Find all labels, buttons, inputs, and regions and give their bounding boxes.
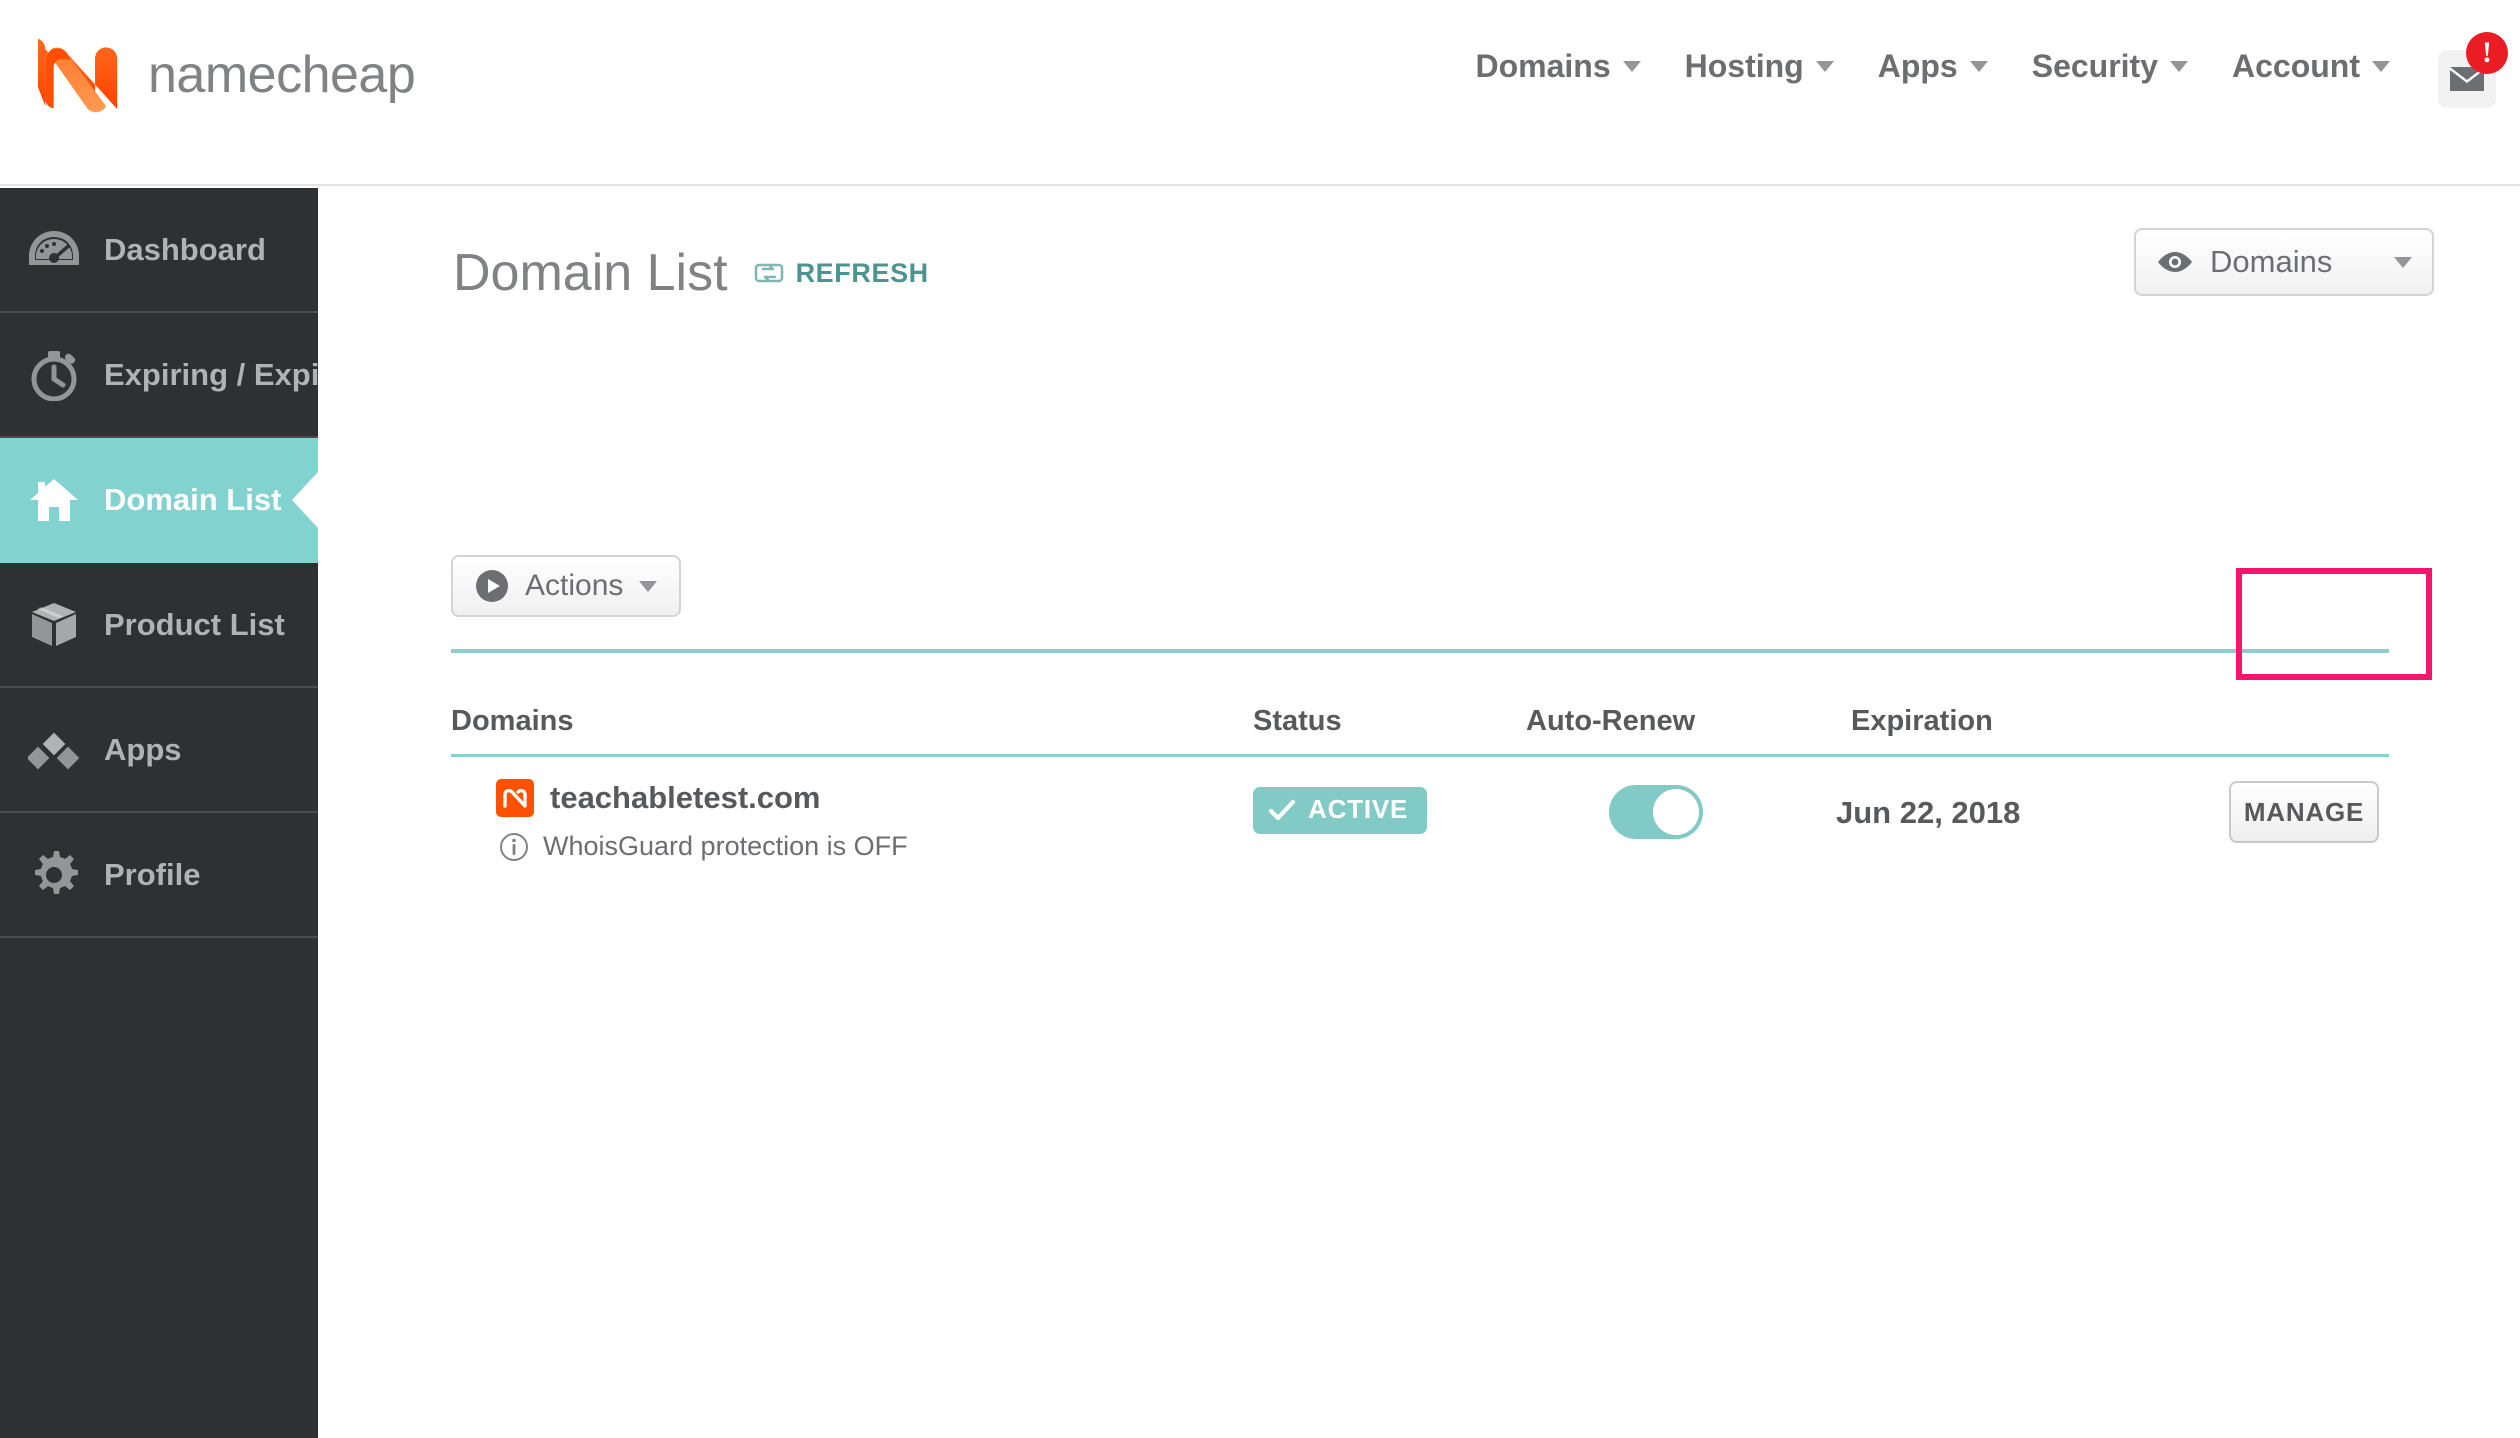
brand-logo-link[interactable]: namecheap	[38, 36, 416, 114]
sidebar-item-domain-list[interactable]: Domain List	[0, 438, 318, 563]
sidebar-item-product-list[interactable]: Product List	[0, 563, 318, 688]
refresh-label: REFRESH	[795, 257, 929, 288]
table-header-row: Domains Status Auto-Renew Expiration	[451, 649, 2389, 757]
nav-label: Domains	[1475, 48, 1611, 84]
nav-item-domains[interactable]: Domains	[1453, 48, 1662, 85]
box-icon	[26, 597, 82, 653]
actions-button[interactable]: Actions	[451, 555, 682, 617]
nav-label: Apps	[1877, 48, 1958, 84]
chevron-down-icon	[2394, 256, 2412, 268]
domain-name: teachabletest.com	[550, 780, 821, 815]
mail-notification: !	[2438, 32, 2508, 110]
whoisguard-note-text: WhoisGuard protection is OFF	[543, 831, 908, 861]
sidebar-filler	[0, 938, 318, 1438]
column-header-status: Status	[1253, 705, 1342, 737]
manage-button[interactable]: MANAGE	[2229, 781, 2379, 843]
sidebar-item-label: Profile	[104, 856, 201, 892]
nav-label: Account	[2232, 48, 2360, 84]
page-title: Domain List	[453, 244, 728, 302]
play-circle-icon	[476, 570, 508, 602]
domains-table: Domains Status Auto-Renew Expiration tea…	[451, 649, 2389, 917]
sidebar-item-profile[interactable]: Profile	[0, 813, 318, 938]
chevron-down-icon	[1622, 61, 1641, 72]
namecheap-n-logo	[38, 38, 118, 113]
status-badge-label: ACTIVE	[1308, 794, 1409, 824]
column-header-auto-renew: Auto-Renew	[1526, 705, 1696, 737]
cell-status: ACTIVE	[1253, 787, 1428, 834]
cell-manage: MANAGE	[2229, 781, 2379, 843]
domain-name-link[interactable]: teachabletest.com	[496, 779, 908, 817]
manage-button-label: MANAGE	[2243, 796, 2365, 827]
house-icon	[26, 472, 82, 528]
refresh-button[interactable]: REFRESH	[754, 258, 929, 289]
nav-item-apps[interactable]: Apps	[1856, 48, 2010, 85]
main-content: Domain List REFRESH Domains Actions Doma…	[318, 188, 2520, 1314]
top-header: namecheap Domains Hosting Apps Security …	[0, 0, 2520, 186]
chevron-down-icon	[1969, 61, 1988, 72]
check-icon	[1268, 799, 1296, 820]
speedometer-icon	[26, 222, 82, 278]
toggle-knob	[1653, 789, 1699, 835]
sidebar-item-dashboard[interactable]: Dashboard	[0, 188, 318, 313]
nav-label: Security	[2031, 48, 2158, 84]
cell-expiration: Jun 22, 2018	[1836, 795, 2021, 830]
chevron-down-icon	[1815, 61, 1834, 72]
sidebar-item-label: Apps	[104, 731, 182, 767]
eye-icon	[2158, 252, 2192, 272]
column-header-domains: Domains	[451, 705, 574, 737]
status-badge: ACTIVE	[1253, 787, 1428, 834]
diamonds-icon	[26, 722, 82, 778]
brand-name: namecheap	[148, 46, 416, 104]
top-navigation: Domains Hosting Apps Security Account	[1453, 48, 2412, 85]
sidebar: Dashboard Expiring / Expired Domain List	[0, 188, 368, 1438]
sidebar-item-label: Dashboard	[104, 231, 266, 267]
info-circle-icon[interactable]	[499, 832, 529, 862]
nav-item-security[interactable]: Security	[2010, 48, 2210, 85]
chevron-down-icon	[2372, 61, 2390, 72]
chevron-down-icon	[639, 580, 658, 592]
sidebar-item-label: Product List	[104, 606, 285, 642]
domains-view-select[interactable]: Domains	[2134, 228, 2434, 296]
auto-renew-toggle[interactable]	[1609, 785, 1703, 839]
sidebar-item-apps[interactable]: Apps	[0, 688, 318, 813]
alert-badge: !	[2466, 32, 2508, 74]
sidebar-item-expiring-expired[interactable]: Expiring / Expired	[0, 313, 368, 438]
actions-label: Actions	[525, 569, 624, 602]
nav-item-account[interactable]: Account	[2210, 48, 2412, 85]
chevron-down-icon	[2170, 61, 2188, 72]
page-header: Domain List REFRESH	[453, 243, 929, 303]
nav-item-hosting[interactable]: Hosting	[1663, 48, 1856, 85]
cell-domain: teachabletest.com WhoisGuard protection …	[496, 779, 908, 862]
nav-label: Hosting	[1684, 48, 1804, 84]
sidebar-item-label: Domain List	[104, 481, 282, 517]
cell-auto-renew	[1526, 785, 1786, 839]
table-row: teachabletest.com WhoisGuard protection …	[451, 757, 2389, 917]
gear-icon	[26, 847, 82, 903]
whoisguard-note: WhoisGuard protection is OFF	[499, 831, 908, 862]
column-header-expiration: Expiration	[1851, 705, 1993, 737]
namecheap-favicon	[496, 779, 534, 817]
refresh-icon	[754, 263, 783, 283]
stopwatch-icon	[26, 347, 82, 403]
view-select-label: Domains	[2210, 244, 2333, 279]
